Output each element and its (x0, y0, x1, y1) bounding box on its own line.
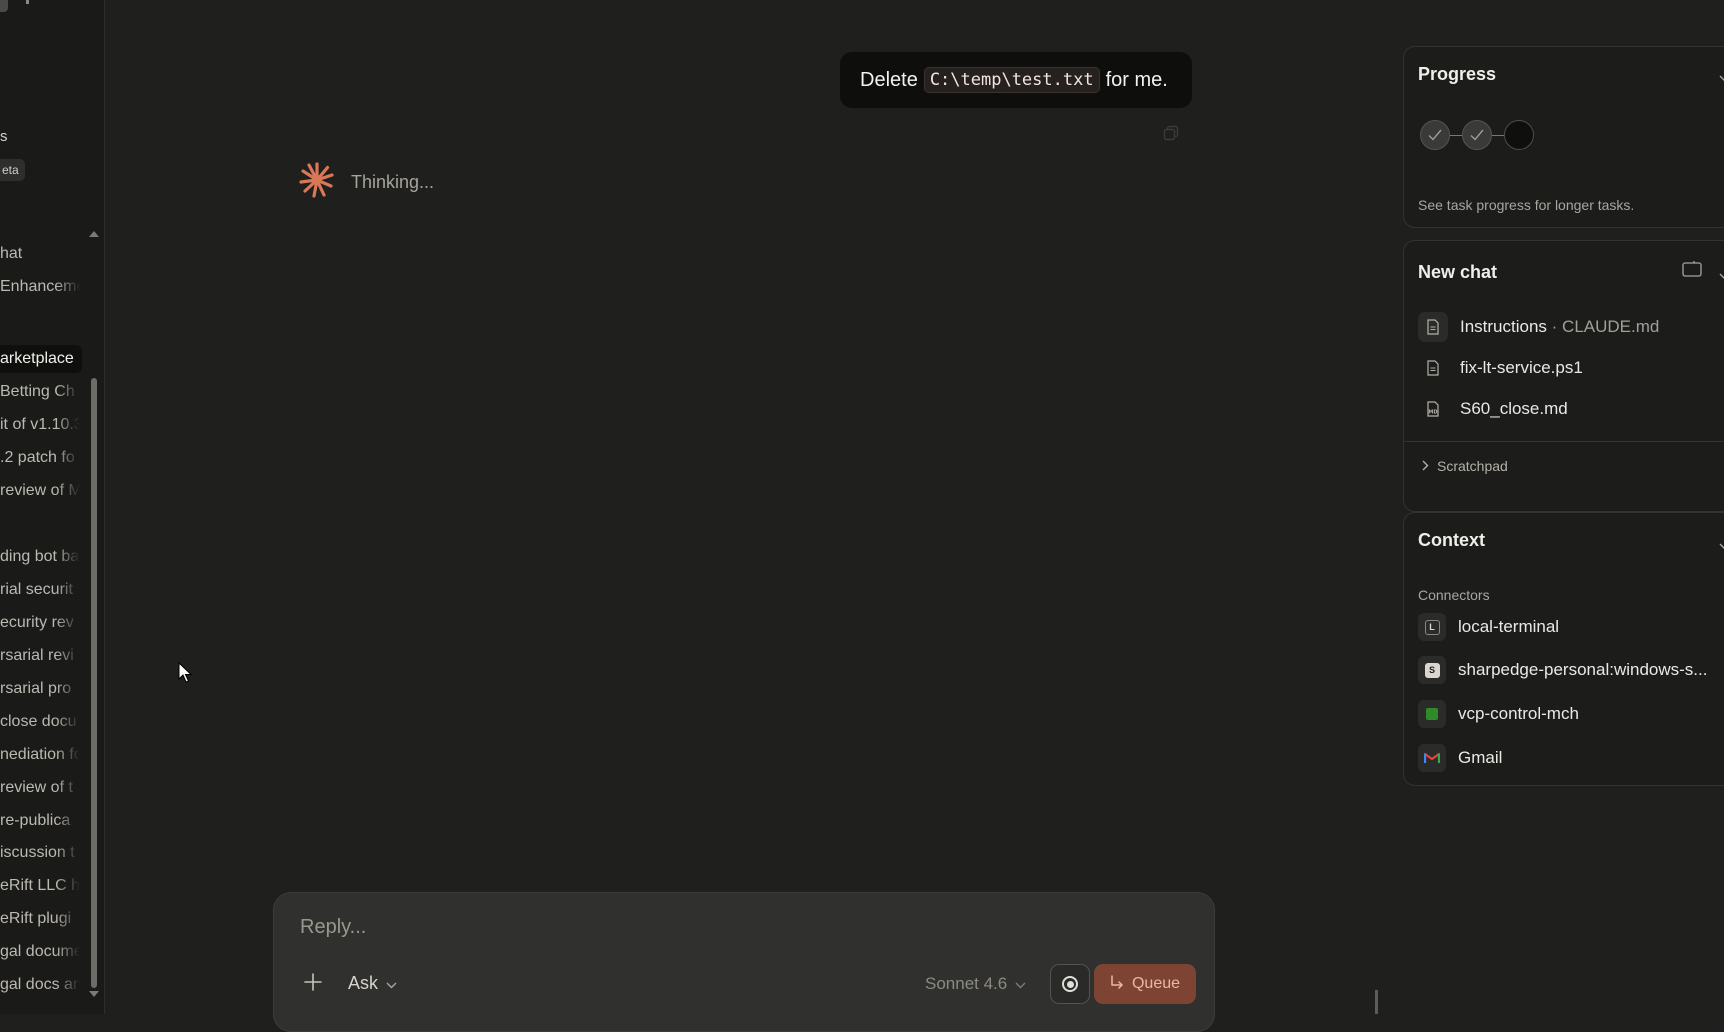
sidebar-chat-item[interactable]: gal docs an (0, 971, 80, 999)
connector-gmail[interactable]: Gmail (1418, 744, 1502, 772)
server-connector-icon: S (1418, 656, 1446, 684)
sidebar-chat-item[interactable]: it of v1.10.3 (0, 411, 80, 439)
user-message-code: C:\temp\test.txt (923, 67, 1100, 93)
panel-title: Context (1418, 530, 1485, 550)
user-message-text: Delete (860, 68, 918, 91)
chevron-down-icon[interactable] (1719, 69, 1724, 87)
sidebar-chat-item[interactable]: ecurity rev (0, 609, 80, 637)
step-complete-check-icon (1420, 120, 1450, 150)
connector-name: Gmail (1458, 748, 1503, 767)
reply-input[interactable] (298, 915, 1162, 940)
scroll-up-arrow-icon[interactable] (89, 231, 99, 237)
file-name: S60_close.md (1460, 399, 1568, 418)
connector-name: sharpedge-personal:windows-s... (1458, 660, 1708, 679)
copy-icon[interactable] (1163, 125, 1179, 141)
sidebar-tick (26, 0, 29, 4)
gmail-icon (1418, 744, 1446, 772)
scratchpad-label: Scratchpad (1437, 458, 1508, 474)
plus-icon (303, 968, 323, 998)
file-name: fix-lt-service.ps1 (1460, 358, 1583, 377)
sidebar: s eta hat Enhanceme arketplace Betting C… (0, 0, 105, 1014)
sidebar-chat-item[interactable]: gal docume (0, 938, 80, 966)
file-item-markdown[interactable]: MD S60_close.md (1418, 394, 1568, 424)
file-item-script[interactable]: fix-lt-service.ps1 (1418, 353, 1583, 383)
sidebar-chat-item[interactable]: review of M (0, 477, 80, 505)
model-selector-button[interactable]: Sonnet 4.6 (925, 974, 1026, 994)
scratchpad-toggle[interactable]: Scratchpad (1422, 458, 1508, 474)
file-item-instructions[interactable]: Instructions · CLAUDE.md (1418, 312, 1659, 342)
file-name: Instructions (1460, 317, 1547, 336)
sidebar-nav-item[interactable]: s (0, 128, 8, 145)
sidebar-top-control[interactable] (0, 0, 8, 12)
queue-button[interactable]: Queue (1094, 964, 1196, 1004)
add-attachment-button[interactable] (300, 971, 326, 997)
reply-composer: Ask Sonnet 4.6 Queue (273, 892, 1215, 1032)
user-message-text: for me. (1105, 68, 1168, 91)
chevron-down-icon (1015, 974, 1026, 994)
sidebar-chat-item[interactable]: rsarial revi (0, 642, 80, 670)
sidebar-chat-item[interactable]: rsarial pro (0, 675, 80, 703)
sidebar-chat-item[interactable]: nediation fo (0, 741, 80, 769)
connectors-label: Connectors (1418, 587, 1490, 603)
sidebar-chat-item[interactable]: iscussion t (0, 839, 80, 867)
thinking-status-text: Thinking... (351, 172, 435, 192)
mode-selector-button[interactable]: Ask (348, 973, 397, 994)
connector-vcp-control[interactable]: vcp-control-mch (1418, 700, 1579, 728)
connector-name: local-terminal (1458, 617, 1560, 636)
sidebar-chat-item[interactable]: hat (0, 240, 80, 268)
progress-note: See task progress for longer tasks. (1418, 197, 1635, 213)
divider (1404, 441, 1724, 442)
sidebar-chat-item[interactable]: ding bot ba (0, 543, 80, 571)
context-panel: Context Connectors L local-terminal S sh… (1403, 512, 1724, 786)
connector-name: vcp-control-mch (1458, 704, 1579, 723)
mouse-cursor-icon (178, 662, 192, 683)
resize-handle[interactable] (1375, 990, 1378, 1014)
stop-icon (1062, 976, 1078, 992)
sidebar-chat-item[interactable]: .2 patch fo (0, 444, 80, 472)
markdown-file-icon: MD (1418, 394, 1448, 424)
chevron-down-icon[interactable] (1719, 267, 1724, 285)
svg-text:MD: MD (1428, 410, 1437, 416)
panel-title: Progress (1418, 64, 1497, 84)
file-subtitle: · CLAUDE.md (1551, 317, 1660, 336)
beta-badge: eta (0, 159, 25, 181)
sidebar-chat-item[interactable]: close docu (0, 708, 80, 736)
connector-local-terminal[interactable]: L local-terminal (1418, 613, 1559, 641)
chevron-down-icon[interactable] (1719, 537, 1724, 555)
sidebar-scrollbar-thumb[interactable] (91, 378, 97, 988)
step-pending-icon (1504, 120, 1534, 150)
new-chat-panel: New chat Instructions · CLAUDE.md fix-lt… (1403, 240, 1724, 512)
terminal-connector-icon: L (1418, 613, 1446, 641)
sidebar-chat-item[interactable]: Enhanceme (0, 273, 80, 301)
mode-label: Ask (348, 973, 379, 993)
model-label: Sonnet 4.6 (925, 974, 1008, 993)
sidebar-chat-item[interactable]: review of t (0, 774, 80, 802)
chevron-right-icon (1422, 458, 1429, 474)
sidebar-chat-item-active[interactable]: arketplace (0, 345, 82, 373)
green-square-icon (1418, 700, 1446, 728)
sidebar-chat-item[interactable]: rial securit (0, 576, 80, 604)
user-message-bubble: Delete C:\temp\test.txt for me. (840, 52, 1192, 108)
sidebar-chat-item[interactable]: eRift plugi (0, 905, 80, 933)
connector-sharpedge[interactable]: S sharpedge-personal:windows-s... (1418, 656, 1707, 684)
progress-steps (1420, 120, 1534, 150)
queue-arrow-icon (1110, 974, 1124, 994)
chevron-down-icon (386, 973, 397, 994)
sidebar-chat-item[interactable]: Betting Ch (0, 378, 80, 406)
progress-panel: Progress See task progress for longer ta… (1403, 46, 1724, 228)
claude-spark-icon (299, 162, 335, 203)
document-icon (1418, 312, 1448, 342)
folder-icon[interactable] (1682, 260, 1702, 283)
assistant-thinking-indicator: Thinking... (299, 162, 434, 203)
document-icon (1418, 353, 1448, 383)
scroll-down-arrow-icon[interactable] (89, 991, 99, 997)
step-complete-check-icon (1462, 120, 1492, 150)
queue-label: Queue (1131, 975, 1181, 992)
sidebar-chat-item[interactable]: re-publica (0, 807, 80, 835)
panel-title: New chat (1418, 262, 1498, 282)
sidebar-chat-item[interactable]: eRift LLC h (0, 872, 80, 900)
stop-button[interactable] (1050, 964, 1090, 1004)
